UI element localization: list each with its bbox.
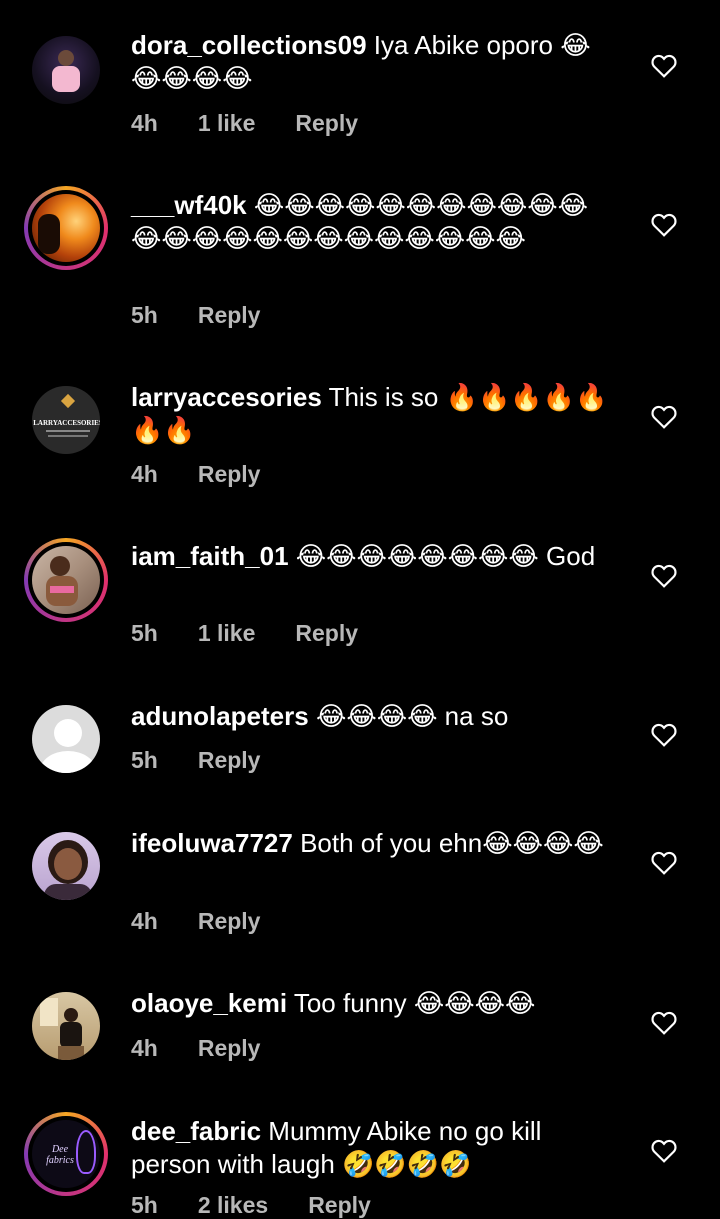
reply-button[interactable]: Reply — [198, 747, 261, 774]
heart-icon[interactable] — [651, 723, 677, 747]
heart-icon[interactable] — [651, 213, 677, 237]
comment-meta: 5h Reply — [131, 302, 260, 329]
comment-meta: 4h Reply — [131, 1035, 260, 1062]
comment-username[interactable]: olaoye_kemi — [131, 988, 287, 1018]
comment-body: Too funny 😂😂😂😂 — [287, 988, 536, 1018]
comment-username[interactable]: ___wf40k — [131, 190, 247, 220]
heart-icon[interactable] — [651, 54, 677, 78]
comment-text: ifeoluwa7727 Both of you ehn😂😂😂😂 — [131, 827, 611, 860]
reply-button[interactable]: Reply — [198, 1035, 261, 1062]
heart-icon[interactable] — [651, 405, 677, 429]
comment-username[interactable]: adunolapeters — [131, 701, 309, 731]
comment-meta: 4h Reply — [131, 461, 260, 488]
avatar-logo-text: LARRYACCESORIES — [33, 419, 100, 427]
comment-likes[interactable]: 1 like — [198, 620, 256, 647]
avatar[interactable] — [24, 28, 108, 112]
comment-meta: 4h 1 like Reply — [131, 110, 358, 137]
reply-button[interactable]: Reply — [295, 620, 358, 647]
comment-username[interactable]: dee_fabric — [131, 1116, 261, 1146]
comment-meta: 4h Reply — [131, 908, 260, 935]
comment-text: larryaccesories This is so 🔥🔥🔥🔥🔥🔥🔥 — [131, 381, 611, 447]
comment-likes[interactable]: 1 like — [198, 110, 256, 137]
comment-username[interactable]: larryaccesories — [131, 382, 322, 412]
avatar[interactable] — [24, 824, 108, 908]
comment-body: Both of you ehn😂😂😂😂 — [292, 828, 604, 858]
comment-meta: 5h Reply — [131, 747, 260, 774]
comment-time: 5h — [131, 620, 158, 646]
comment-username[interactable]: iam_faith_01 — [131, 541, 289, 571]
comment-time: 5h — [131, 747, 158, 773]
comment-username[interactable]: dora_collections09 — [131, 30, 367, 60]
comment-text: adunolapeters 😂😂😂😂 na so — [131, 700, 611, 733]
comment-text: ___wf40k 😂😂😂😂😂😂😂😂😂😂😂😂😂😂😂😂😂😂😂😂😂😂😂😂 — [131, 189, 611, 255]
avatar[interactable] — [24, 538, 108, 622]
comment-text: dora_collections09 Iya Abike oporo 😂😂😂😂😂 — [131, 29, 611, 95]
comment-time: 5h — [131, 302, 158, 328]
heart-icon[interactable] — [651, 1139, 677, 1163]
comment-text: olaoye_kemi Too funny 😂😂😂😂 — [131, 987, 611, 1020]
comment-meta: 5h 1 like Reply — [131, 620, 358, 647]
comment-time: 4h — [131, 1035, 158, 1061]
comment-time: 4h — [131, 908, 158, 934]
reply-button[interactable]: Reply — [198, 302, 261, 329]
heart-icon[interactable] — [651, 564, 677, 588]
heart-icon[interactable] — [651, 1011, 677, 1035]
comment-text: iam_faith_01 😂😂😂😂😂😂😂😂 God — [131, 540, 611, 573]
comment-time: 4h — [131, 461, 158, 487]
reply-button[interactable]: Reply — [198, 908, 261, 935]
comment-text: dee_fabric Mummy Abike no go kill person… — [131, 1115, 611, 1181]
avatar[interactable] — [24, 186, 108, 270]
comment-body: 😂😂😂😂😂😂😂😂 God — [288, 541, 596, 571]
avatar[interactable]: LARRYACCESORIES — [24, 378, 108, 462]
comment-time: 4h — [131, 110, 158, 136]
avatar[interactable] — [24, 697, 108, 781]
avatar[interactable] — [24, 984, 108, 1068]
comment-body: 😂😂😂😂 na so — [308, 701, 509, 731]
reply-button[interactable]: Reply — [198, 461, 261, 488]
avatar-logo-text: Dee fabrics — [46, 1144, 74, 1166]
heart-icon[interactable] — [651, 851, 677, 875]
reply-button[interactable]: Reply — [295, 110, 358, 137]
avatar[interactable]: Dee fabrics — [24, 1112, 108, 1196]
comment-username[interactable]: ifeoluwa7727 — [131, 828, 293, 858]
